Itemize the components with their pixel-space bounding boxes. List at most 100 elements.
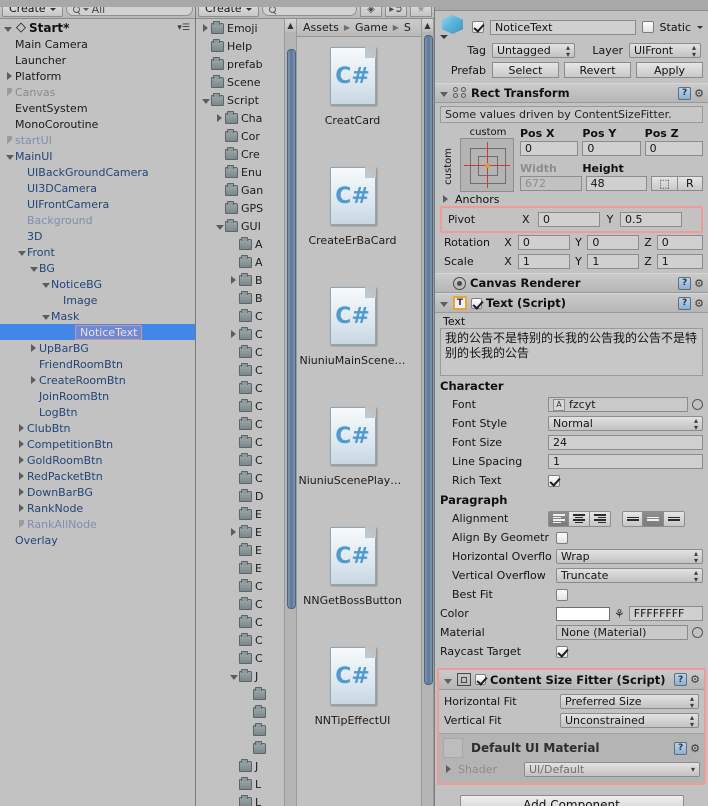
project-tree-item[interactable] — [196, 685, 284, 703]
chevron-down-icon[interactable] — [697, 25, 703, 29]
hierarchy-item-rankallnode[interactable]: RankAllNode — [0, 516, 195, 532]
hierarchy-item-startui[interactable]: startUI — [0, 132, 195, 148]
help-icon[interactable]: ? — [678, 276, 692, 290]
align-middle-button[interactable] — [643, 510, 664, 527]
project-tree-item[interactable]: Emoji — [196, 19, 284, 37]
chevron-down-icon[interactable] — [4, 150, 15, 163]
prefab-select-button[interactable]: Select — [492, 62, 559, 78]
asset-item[interactable]: C# NNTipEffectUI — [297, 637, 408, 757]
hierarchy-item-goldroombtn[interactable]: GoldRoomBtn — [0, 452, 195, 468]
breadcrumb-item-1[interactable]: Game — [355, 21, 388, 34]
pivot-y-input[interactable]: 0.5 — [620, 212, 682, 227]
horizontal-fit-dropdown[interactable]: Preferred Size ▴ ▾ — [560, 694, 699, 709]
layer-dropdown[interactable]: UIFront ▴ ▾ — [629, 43, 701, 58]
align-by-geometry-checkbox[interactable] — [556, 531, 568, 544]
project-tree-item[interactable]: C — [196, 469, 284, 487]
breadcrumb-item-2[interactable]: S — [404, 21, 411, 34]
rotation-z-input[interactable]: 0 — [656, 235, 703, 250]
project-tree-item[interactable]: A — [196, 253, 284, 271]
add-component-button[interactable]: Add Component — [459, 795, 684, 806]
hierarchy-item-front[interactable]: Front — [0, 244, 195, 260]
hierarchy-item-main-camera[interactable]: Main Camera — [0, 36, 195, 52]
chevron-right-icon[interactable] — [4, 134, 15, 147]
gameobject-name-input[interactable]: NoticeText — [490, 19, 636, 35]
help-icon[interactable]: ? — [678, 296, 692, 310]
project-tree-item[interactable]: E — [196, 559, 284, 577]
project-tree-item[interactable]: C — [196, 379, 284, 397]
chevron-right-icon[interactable] — [440, 193, 451, 206]
chevron-down-icon[interactable] — [40, 310, 51, 323]
asset-item[interactable]: C# CreatCard — [297, 37, 408, 157]
line-spacing-input[interactable]: 1 — [548, 454, 703, 469]
hierarchy-item-createroombtn[interactable]: CreateRoomBtn — [0, 372, 195, 388]
chevron-down-icon[interactable] — [2, 21, 13, 35]
hierarchy-item-clubbtn[interactable]: ClubBtn — [0, 420, 195, 436]
hierarchy-item-canvas[interactable]: Canvas — [0, 84, 195, 100]
project-tree-item[interactable]: A — [196, 235, 284, 253]
hierarchy-item-eventsystem[interactable]: EventSystem — [0, 100, 195, 116]
gear-icon[interactable]: ⚙ — [694, 87, 704, 100]
project-tree-item[interactable]: E — [196, 505, 284, 523]
chevron-down-icon[interactable] — [442, 673, 453, 687]
chevron-right-icon[interactable] — [4, 70, 15, 83]
eyedropper-icon[interactable]: ⚘ — [614, 607, 625, 621]
project-tree-item[interactable]: J — [196, 667, 284, 685]
asset-item[interactable]: C# NiuniuMainScene… — [297, 277, 408, 397]
font-picker-icon[interactable] — [692, 399, 703, 410]
project-tree-item[interactable]: C — [196, 361, 284, 379]
project-tree-item[interactable]: C — [196, 343, 284, 361]
text-enabled-checkbox[interactable] — [471, 297, 482, 309]
project-tree-item[interactable]: E — [196, 523, 284, 541]
chevron-down-icon[interactable] — [40, 278, 51, 291]
project-tree-item[interactable]: Cha — [196, 109, 284, 127]
chevron-down-icon[interactable] — [228, 670, 239, 683]
scale-z-input[interactable]: 1 — [656, 254, 703, 269]
project-tree-item[interactable]: C — [196, 307, 284, 325]
font-object-field[interactable]: A fzcyt — [548, 397, 688, 412]
raycast-target-checkbox[interactable] — [556, 645, 568, 658]
chevron-down-icon[interactable] — [28, 262, 39, 275]
gameobject-cube-icon[interactable] — [440, 15, 466, 39]
hierarchy-item-joinroombtn[interactable]: JoinRoomBtn — [0, 388, 195, 404]
text-value-textarea[interactable]: 我的公告不是特别的长我的公告我的公告不是特别的长我的公告 — [440, 328, 703, 376]
hierarchy-item-noticetext[interactable]: NoticeText — [0, 324, 195, 340]
scale-y-input[interactable]: 1 — [587, 254, 640, 269]
font-size-input[interactable]: 24 — [548, 435, 703, 450]
chevron-down-icon[interactable] — [214, 220, 225, 233]
project-tree-item[interactable]: C — [196, 397, 284, 415]
pos-z-input[interactable]: 0 — [644, 141, 703, 156]
chevron-down-icon[interactable] — [438, 86, 449, 100]
chevron-right-icon[interactable] — [228, 328, 239, 341]
hierarchy-item-3d[interactable]: 3D — [0, 228, 195, 244]
gear-icon[interactable]: ⚙ — [690, 673, 700, 686]
project-tree-item[interactable]: D — [196, 487, 284, 505]
help-icon[interactable]: ? — [678, 86, 692, 100]
chevron-right-icon[interactable] — [214, 112, 225, 125]
help-icon[interactable]: ? — [674, 741, 688, 755]
chevron-right-icon[interactable] — [443, 763, 454, 776]
project-tree-item[interactable]: C — [196, 325, 284, 343]
align-top-button[interactable] — [622, 510, 643, 527]
project-tree-item[interactable]: L — [196, 775, 284, 793]
project-tree-item[interactable]: B — [196, 271, 284, 289]
text-script-header[interactable]: T Text (Script) ? ⚙ — [435, 293, 708, 313]
gear-icon[interactable]: ⚙ — [694, 297, 704, 310]
hierarchy-item-competitionbtn[interactable]: CompetitionBtn — [0, 436, 195, 452]
project-tree-item[interactable] — [196, 703, 284, 721]
chevron-right-icon[interactable] — [16, 518, 27, 531]
content-size-fitter-header[interactable]: Content Size Fitter (Script) ? ⚙ — [439, 670, 704, 690]
hierarchy-options-icon[interactable]: ▾☰ — [177, 23, 190, 33]
hierarchy-item-bg[interactable]: BG — [0, 260, 195, 276]
hierarchy-item-upbarbg[interactable]: UpBarBG — [0, 340, 195, 356]
project-tree-item[interactable]: Script — [196, 91, 284, 109]
content-size-fitter-enabled-checkbox[interactable] — [475, 674, 486, 685]
material-object-field[interactable]: None (Material) — [556, 625, 688, 640]
project-tree-item[interactable] — [196, 721, 284, 739]
project-tree-item[interactable]: C — [196, 433, 284, 451]
project-tree-item[interactable]: Scene — [196, 73, 284, 91]
hierarchy-item-overlay[interactable]: Overlay — [0, 532, 195, 548]
chevron-right-icon[interactable] — [16, 438, 27, 451]
project-tree-item[interactable]: C — [196, 451, 284, 469]
scene-root-row[interactable]: ◇ Start* ▾☰ — [0, 19, 195, 36]
chevron-down-icon[interactable] — [438, 296, 449, 310]
